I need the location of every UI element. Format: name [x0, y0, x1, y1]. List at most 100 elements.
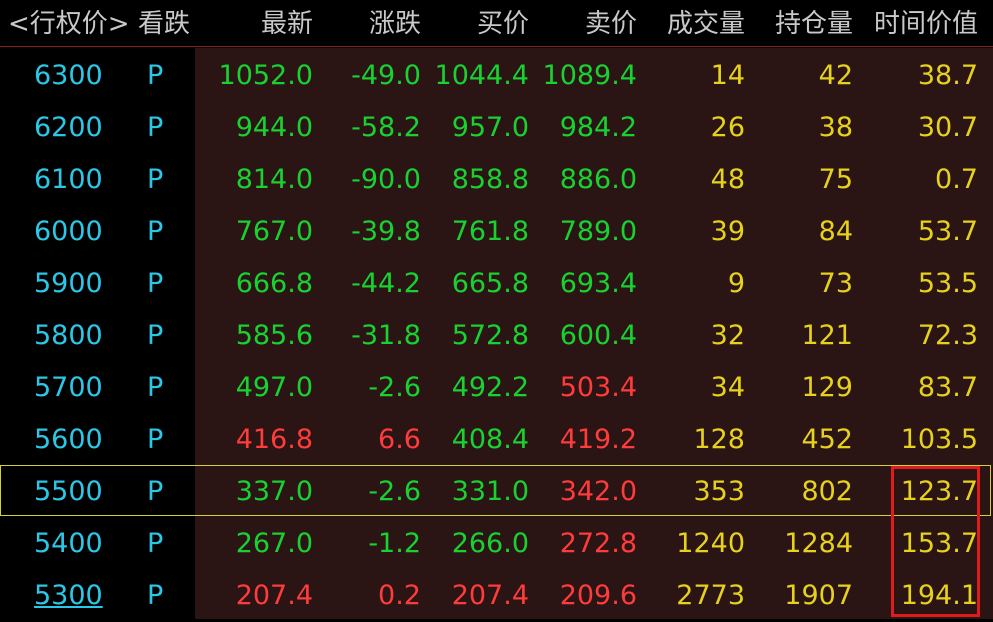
- ask-cell: 1089.4: [542, 60, 637, 91]
- ask-cell: 209.6: [559, 580, 637, 611]
- type-cell: P: [147, 372, 164, 403]
- header-bid[interactable]: 买价: [423, 6, 529, 42]
- open-interest-cell: 75: [818, 164, 853, 195]
- strike-cell: 6100: [34, 164, 103, 195]
- bid-cell: 408.4: [451, 424, 529, 455]
- last-price-cell: 416.8: [235, 424, 313, 455]
- table-row[interactable]: 6200 P 944.0 -58.2 957.0 984.2 26 38 30.7: [0, 102, 993, 154]
- time-value-cell: 30.7: [917, 112, 978, 143]
- volume-cell: 39: [710, 216, 745, 247]
- header-change[interactable]: 涨跌: [316, 6, 421, 42]
- strike-cell: 5300: [34, 580, 103, 611]
- header-volume[interactable]: 成交量: [640, 6, 745, 42]
- change-cell: 0.2: [378, 580, 421, 611]
- ask-cell: 419.2: [559, 424, 637, 455]
- volume-cell: 14: [710, 60, 745, 91]
- volume-cell: 34: [710, 372, 745, 403]
- type-cell: P: [147, 268, 164, 299]
- open-interest-cell: 452: [801, 424, 853, 455]
- time-value-cell: 53.7: [917, 216, 978, 247]
- header-ask[interactable]: 卖价: [531, 6, 637, 42]
- ask-cell: 886.0: [559, 164, 637, 195]
- strike-cell: 6300: [34, 60, 103, 91]
- bid-cell: 492.2: [451, 372, 529, 403]
- table-row[interactable]: 5300 P 207.4 0.2 207.4 209.6 2773 1907 194.1: [0, 570, 993, 622]
- table-row[interactable]: 5900 P 666.8 -44.2 665.8 693.4 9 73 53.5: [0, 258, 993, 310]
- header-strike[interactable]: <行权价>: [8, 6, 133, 42]
- time-value-cell: 194.1: [900, 580, 978, 611]
- volume-cell: 48: [710, 164, 745, 195]
- open-interest-cell: 42: [818, 60, 853, 91]
- change-cell: -1.2: [368, 528, 421, 559]
- last-price-cell: 267.0: [235, 528, 313, 559]
- volume-cell: 26: [710, 112, 745, 143]
- volume-cell: 9: [727, 268, 745, 299]
- last-price-cell: 585.6: [235, 320, 313, 351]
- bid-cell: 858.8: [451, 164, 529, 195]
- time-value-cell: 0.7: [935, 164, 978, 195]
- change-cell: -44.2: [351, 268, 421, 299]
- table-row[interactable]: 5600 P 416.8 6.6 408.4 419.2 128 452 103.5: [0, 414, 993, 466]
- strike-cell: 5700: [34, 372, 103, 403]
- table-row[interactable]: 6000 P 767.0 -39.8 761.8 789.0 39 84 53.7: [0, 206, 993, 258]
- open-interest-cell: 84: [818, 216, 853, 247]
- ask-cell: 984.2: [559, 112, 637, 143]
- time-value-cell: 53.5: [917, 268, 978, 299]
- strike-cell: 5500: [34, 476, 103, 507]
- header-last[interactable]: 最新: [200, 6, 313, 42]
- ask-cell: 693.4: [559, 268, 637, 299]
- time-value-cell: 103.5: [900, 424, 978, 455]
- type-cell: P: [147, 164, 164, 195]
- table-row[interactable]: 5400 P 267.0 -1.2 266.0 272.8 1240 1284 153.7: [0, 518, 993, 570]
- change-cell: -90.0: [351, 164, 421, 195]
- table-header: <行权价> 看跌 最新 涨跌 买价 卖价 成交量 持仓量 时间价值: [0, 0, 993, 45]
- bid-cell: 665.8: [451, 268, 529, 299]
- last-price-cell: 767.0: [235, 216, 313, 247]
- strike-cell: 6000: [34, 216, 103, 247]
- ask-cell: 272.8: [559, 528, 637, 559]
- bid-cell: 266.0: [451, 528, 529, 559]
- open-interest-cell: 121: [801, 320, 853, 351]
- type-cell: P: [147, 216, 164, 247]
- volume-cell: 128: [693, 424, 745, 455]
- table-row[interactable]: 5500 P 337.0 -2.6 331.0 342.0 353 802 123.7: [0, 466, 993, 518]
- open-interest-cell: 73: [818, 268, 853, 299]
- bid-cell: 1044.4: [434, 60, 529, 91]
- header-time-value[interactable]: 时间价值: [856, 6, 978, 42]
- table-row[interactable]: 6100 P 814.0 -90.0 858.8 886.0 48 75 0.7: [0, 154, 993, 206]
- header-open-interest[interactable]: 持仓量: [748, 6, 853, 42]
- type-cell: P: [147, 424, 164, 455]
- ask-cell: 789.0: [559, 216, 637, 247]
- last-price-cell: 814.0: [235, 164, 313, 195]
- open-interest-cell: 1284: [784, 528, 853, 559]
- volume-cell: 2773: [676, 580, 745, 611]
- type-cell: P: [147, 476, 164, 507]
- ask-cell: 503.4: [559, 372, 637, 403]
- table-row[interactable]: 6300 P 1052.0 -49.0 1044.4 1089.4 14 42 38.7: [0, 50, 993, 102]
- volume-cell: 353: [693, 476, 745, 507]
- last-price-cell: 207.4: [235, 580, 313, 611]
- table-row[interactable]: 5800 P 585.6 -31.8 572.8 600.4 32 121 72.3: [0, 310, 993, 362]
- volume-cell: 1240: [676, 528, 745, 559]
- time-value-cell: 153.7: [900, 528, 978, 559]
- last-price-cell: 1052.0: [218, 60, 313, 91]
- strike-cell: 5900: [34, 268, 103, 299]
- change-cell: -2.6: [368, 372, 421, 403]
- type-cell: P: [147, 112, 164, 143]
- open-interest-cell: 1907: [784, 580, 853, 611]
- time-value-cell: 38.7: [917, 60, 978, 91]
- bid-cell: 957.0: [451, 112, 529, 143]
- strike-cell: 5800: [34, 320, 103, 351]
- type-cell: P: [147, 320, 164, 351]
- bid-cell: 331.0: [451, 476, 529, 507]
- type-cell: P: [147, 528, 164, 559]
- time-value-cell: 72.3: [917, 320, 978, 351]
- ask-cell: 342.0: [559, 476, 637, 507]
- last-price-cell: 666.8: [235, 268, 313, 299]
- table-row[interactable]: 5700 P 497.0 -2.6 492.2 503.4 34 129 83.7: [0, 362, 993, 414]
- ask-cell: 600.4: [559, 320, 637, 351]
- last-price-cell: 497.0: [235, 372, 313, 403]
- strike-cell: 5600: [34, 424, 103, 455]
- change-cell: -31.8: [351, 320, 421, 351]
- header-type[interactable]: 看跌: [138, 6, 198, 42]
